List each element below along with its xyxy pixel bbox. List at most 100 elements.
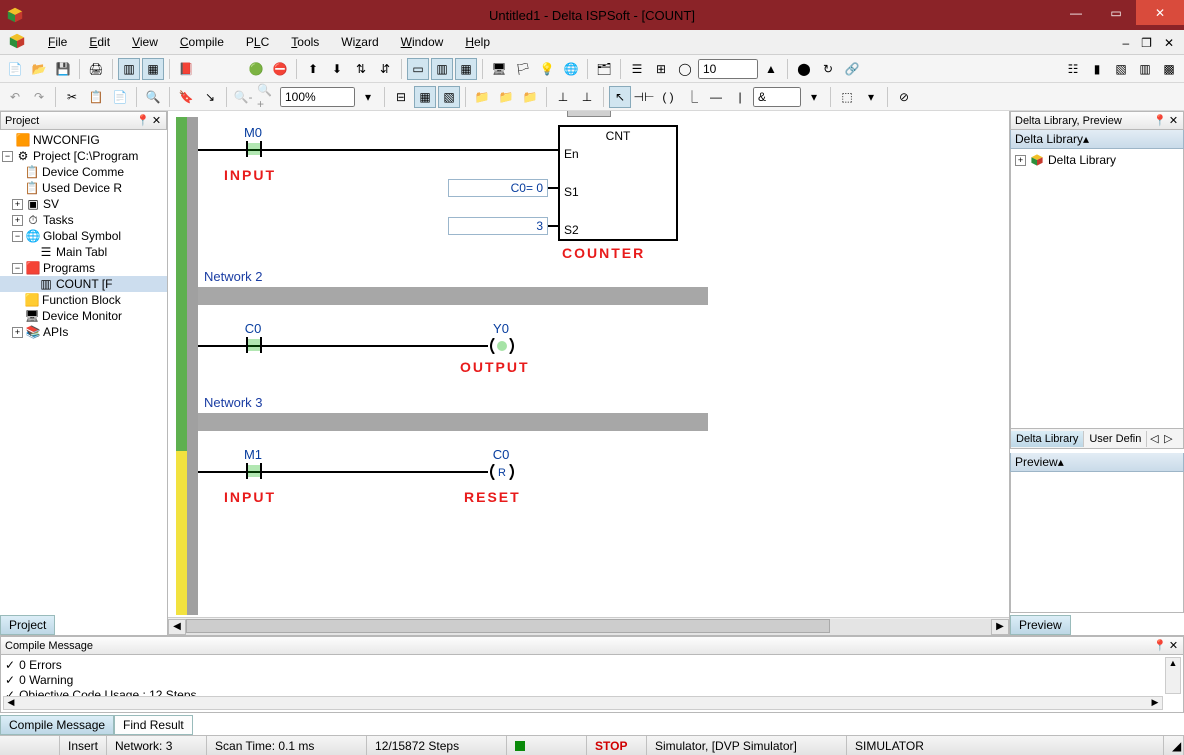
rung-2[interactable]: C0 Y0 OUTPUT [198, 305, 1009, 391]
close-button[interactable]: ✕ [1136, 0, 1184, 25]
zoom-out-icon[interactable]: 🔍- [232, 86, 254, 108]
ld5-icon[interactable]: 📁 [495, 86, 517, 108]
zoom-field[interactable] [280, 87, 355, 107]
branch-icon[interactable]: ⎿ [681, 86, 703, 108]
tab-left-icon[interactable]: ◁ [1147, 432, 1161, 445]
project-tree[interactable]: 🟧NWCONFIG −⚙Project [C:\Program 📋Device … [0, 130, 167, 613]
coil-reset-c0[interactable]: R [488, 464, 516, 480]
rt4-icon[interactable]: ▥ [1134, 58, 1156, 80]
tree-project[interactable]: Project [C:\Program [33, 149, 138, 163]
ld3-icon[interactable]: ▧ [438, 86, 460, 108]
tree-tasks[interactable]: Tasks [43, 213, 74, 227]
paste-icon[interactable]: 📄 [109, 86, 131, 108]
monitor-icon[interactable]: 🖥 [488, 58, 510, 80]
ld7-icon[interactable]: ⊥ [552, 86, 574, 108]
view-a-icon[interactable]: ▥ [118, 58, 140, 80]
rt2-icon[interactable]: ▮ [1086, 58, 1108, 80]
online-icon[interactable]: 🟢 [245, 58, 267, 80]
tree-monitor[interactable]: Device Monitor [42, 309, 122, 323]
compile-hscroll[interactable]: ◀▶ [3, 696, 1163, 710]
maximize-button[interactable]: ▭ [1096, 0, 1136, 25]
library-root-item[interactable]: Delta Library [1048, 153, 1116, 167]
flag-icon[interactable]: 🏳 [512, 58, 534, 80]
function-block-cnt[interactable]: CNT En S1 S2 [558, 125, 678, 241]
inv-icon[interactable]: ⊘ [893, 86, 915, 108]
tree-device-comment[interactable]: Device Comme [42, 165, 124, 179]
contact-c0[interactable] [239, 337, 269, 353]
ld1-icon[interactable]: ⊟ [390, 86, 412, 108]
fn-drop-icon[interactable]: ▾ [860, 86, 882, 108]
tab-user-defined[interactable]: User Defin [1084, 431, 1147, 447]
download-icon[interactable]: ⬇ [326, 58, 348, 80]
tree-fb[interactable]: Function Block [42, 293, 121, 307]
lib-expand-icon[interactable]: + [1015, 155, 1026, 166]
menu-tools[interactable]: Tools [287, 33, 323, 51]
zoom-in-icon[interactable]: 🔍+ [256, 86, 278, 108]
mode3-icon[interactable]: ▦ [455, 58, 477, 80]
globe-icon[interactable]: 🌐 [560, 58, 582, 80]
steps-field[interactable] [698, 59, 758, 79]
tree-used-device[interactable]: Used Device R [42, 181, 122, 195]
menu-compile[interactable]: Compile [176, 33, 228, 51]
compile-close-icon[interactable]: ✕ [1168, 639, 1179, 652]
rt1-icon[interactable]: ☷ [1062, 58, 1084, 80]
sync-icon[interactable]: ⇵ [374, 58, 396, 80]
copy-icon[interactable]: 📋 [85, 86, 107, 108]
tree-programs[interactable]: Programs [43, 261, 95, 275]
library-body[interactable]: + Delta Library [1010, 149, 1184, 429]
mdi-restore-icon[interactable]: ❐ [1137, 34, 1156, 52]
lib-pin-icon[interactable]: 📍 [1153, 114, 1164, 127]
link-icon[interactable]: 🔗 [841, 58, 863, 80]
tab-delta-library[interactable]: Delta Library [1011, 431, 1084, 447]
rt3-icon[interactable]: ▧ [1110, 58, 1132, 80]
tab-compile-message[interactable]: Compile Message [0, 715, 114, 735]
view-b-icon[interactable]: ▦ [142, 58, 164, 80]
ld4-icon[interactable]: 📁 [471, 86, 493, 108]
resize-grip-icon[interactable]: ◢ [1164, 736, 1184, 755]
menu-file[interactable]: File [44, 33, 71, 51]
library-dropdown[interactable]: Delta Library▴ [1010, 130, 1184, 149]
undo-icon[interactable]: ↶ [4, 86, 26, 108]
coil-icon[interactable]: ( ) [657, 86, 679, 108]
save-icon[interactable]: 💾 [52, 58, 74, 80]
tab-find-result[interactable]: Find Result [114, 715, 193, 735]
menu-edit[interactable]: Edit [85, 33, 114, 51]
pointer-icon[interactable]: ↖ [609, 86, 631, 108]
lib-close-icon[interactable]: ✕ [1168, 114, 1179, 127]
pin-icon[interactable]: 📍 [136, 114, 147, 127]
ld6-icon[interactable]: 📁 [519, 86, 541, 108]
panel-close-icon[interactable]: ✕ [151, 114, 162, 127]
contact-m0[interactable] [239, 141, 269, 157]
upload-icon[interactable]: ⬆ [302, 58, 324, 80]
rt5-icon[interactable]: ▩ [1158, 58, 1180, 80]
compile-body[interactable]: 0 Errors 0 Warning Objective Code Usage … [0, 655, 1184, 713]
ld8-icon[interactable]: ⊥ [576, 86, 598, 108]
vwire-icon[interactable]: | [729, 86, 751, 108]
step-up-icon[interactable]: ▲ [760, 58, 782, 80]
rung-1[interactable]: M0 CNT En S1 S2 C0= 0 3 INPUT COUNTER [198, 117, 1009, 265]
tab-right-icon[interactable]: ▷ [1161, 432, 1175, 445]
help-icon[interactable]: 📕 [175, 58, 197, 80]
chevron-up-icon[interactable]: ▴ [1083, 132, 1089, 146]
bookmark-icon[interactable]: 🔖 [175, 86, 197, 108]
menu-wizard[interactable]: Wizard [337, 33, 382, 51]
hwire-icon[interactable]: — [705, 86, 727, 108]
ladder-canvas[interactable]: M0 CNT En S1 S2 C0= 0 3 INPUT COUNTER [168, 111, 1009, 635]
compare-icon[interactable]: ⇅ [350, 58, 372, 80]
group1-icon[interactable]: ☰ [626, 58, 648, 80]
redo-icon[interactable]: ↷ [28, 86, 50, 108]
mode2-icon[interactable]: ▥ [431, 58, 453, 80]
open-icon[interactable]: 📂 [28, 58, 50, 80]
field-s2[interactable]: 3 [448, 217, 548, 235]
fn-icon[interactable]: ⬚ [836, 86, 858, 108]
field-s1[interactable]: C0= 0 [448, 179, 548, 197]
menu-help[interactable]: Help [461, 33, 494, 51]
new-icon[interactable]: 📄 [4, 58, 26, 80]
goto-icon[interactable]: ↘ [199, 86, 221, 108]
coil-y0[interactable] [488, 338, 516, 354]
tab-preview[interactable]: Preview [1010, 615, 1071, 635]
bulb-icon[interactable]: 💡 [536, 58, 558, 80]
offline-icon[interactable]: ⛔ [269, 58, 291, 80]
ld2-icon[interactable]: ▦ [414, 86, 436, 108]
canvas-hscroll[interactable]: ◀▶ [168, 617, 1009, 635]
